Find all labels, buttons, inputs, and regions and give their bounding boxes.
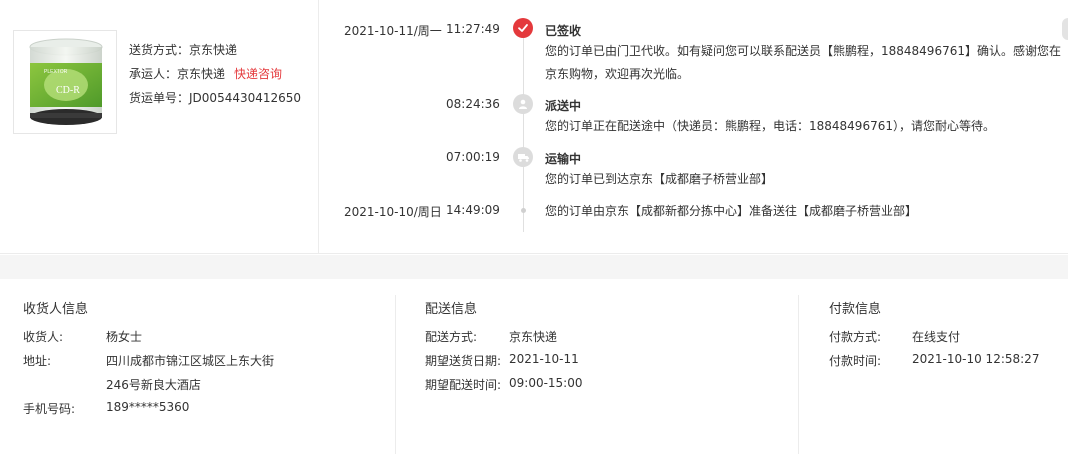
address-line1: 四川成都市锦江区城区上东大街	[106, 354, 275, 368]
timeline-date: 2021-10-10/周日	[344, 205, 442, 219]
carrier-label: 承运人：	[129, 67, 178, 81]
courier-consult-link[interactable]: 快递咨询	[234, 67, 282, 81]
timeline-status-signed: 已签收	[545, 24, 582, 38]
delivery-title: 配送信息	[425, 302, 478, 317]
shipping-method-label: 送货方式：	[129, 43, 190, 57]
timeline-status-transit: 运输中	[545, 152, 582, 166]
tracking-label: 货运单号：	[129, 91, 190, 105]
phone-value: 189*****5360	[106, 400, 190, 414]
product-image[interactable]: PLEXTOR CD-R	[13, 30, 117, 134]
tracking-row: 货运单号：JD0054430412650	[129, 88, 301, 112]
cdr-text: CD-R	[56, 85, 80, 96]
payment-method-label: 付款方式:	[829, 330, 882, 344]
payment-method-value: 在线支付	[912, 330, 961, 344]
payment-title: 付款信息	[829, 302, 882, 317]
courier-icon	[513, 94, 533, 114]
logistics-panel: PLEXTOR CD-R 送货方式：京东快递 承运人：京东快递 快递咨询 货运单号…	[0, 0, 1068, 254]
order-info-section: 收货人信息 收货人: 杨女士 地址: 四川成都市锦江区城区上东大街 246号新良…	[0, 279, 1068, 454]
shipping-method-value: 京东快递	[189, 43, 238, 57]
timeline-desc: 您的订单已由门卫代收。如有疑问您可以联系配送员【熊鹏程，18848496761】…	[545, 44, 1061, 81]
timeline-desc: 您的订单由京东【成都新都分拣中心】准备送往【成都磨子桥营业部】	[545, 204, 918, 218]
brand-text: PLEXTOR	[44, 69, 68, 75]
carrier-row: 承运人：京东快递 快递咨询	[129, 64, 301, 88]
phone-label: 手机号码:	[23, 402, 76, 416]
cd-r-spindle-image: PLEXTOR CD-R	[29, 38, 103, 125]
delivery-info: 配送信息 配送方式: 京东快递 期望送货日期: 2021-10-11 期望配送时…	[396, 279, 798, 454]
receiver-name-label: 收货人:	[23, 330, 64, 344]
check-icon	[513, 18, 533, 38]
timeline-time: 08:24:36	[446, 97, 500, 111]
carrier-value: 京东快递	[177, 67, 226, 81]
timeline-date: 2021-10-11/周一	[344, 24, 442, 38]
delivery-time-value: 09:00-15:00	[509, 376, 583, 390]
address-line2: 246号新良大酒店	[106, 378, 201, 392]
section-separator	[0, 255, 1068, 279]
receiver-name-value: 杨女士	[106, 330, 143, 344]
side-scroll-tab[interactable]	[1062, 18, 1068, 40]
timeline-time: 07:00:19	[446, 150, 500, 164]
delivery-date-label: 期望送货日期:	[425, 354, 502, 368]
timeline-time: 11:27:49	[446, 22, 500, 36]
delivery-method-value: 京东快递	[509, 330, 558, 344]
tracking-timeline: 2021-10-11/周一 11:27:49 已签收 您的订单已由门卫代收。如有…	[320, 0, 1068, 254]
receiver-title: 收货人信息	[23, 302, 89, 317]
address-label: 地址:	[23, 354, 52, 368]
receiver-info: 收货人信息 收货人: 杨女士 地址: 四川成都市锦江区城区上东大街 246号新良…	[0, 279, 395, 454]
timeline-time: 14:49:09	[446, 203, 500, 217]
tracking-number: JD0054430412650	[189, 91, 302, 105]
payment-time-value: 2021-10-10 12:58:27	[912, 352, 1040, 366]
truck-icon	[513, 147, 533, 167]
delivery-date-value: 2021-10-11	[509, 352, 579, 366]
payment-info: 付款信息 付款方式: 在线支付 付款时间: 2021-10-10 12:58:2…	[799, 279, 1068, 454]
shipping-method-row: 送货方式：京东快递	[129, 40, 301, 64]
delivery-method-label: 配送方式:	[425, 330, 478, 344]
timeline-status-delivering: 派送中	[545, 99, 582, 113]
shipping-summary: 送货方式：京东快递 承运人：京东快递 快递咨询 货运单号：JD0054430412…	[129, 40, 301, 112]
vertical-divider	[318, 0, 319, 254]
delivery-time-label: 期望配送时间:	[425, 378, 502, 392]
payment-time-label: 付款时间:	[829, 354, 882, 368]
timeline-dot	[521, 208, 526, 213]
timeline-desc: 您的订单已到达京东【成都磨子桥营业部】	[545, 172, 774, 186]
timeline-line	[523, 30, 524, 232]
timeline-desc: 您的订单正在配送途中（快递员：熊鹏程，电话：18848496761），请您耐心等…	[545, 119, 995, 133]
